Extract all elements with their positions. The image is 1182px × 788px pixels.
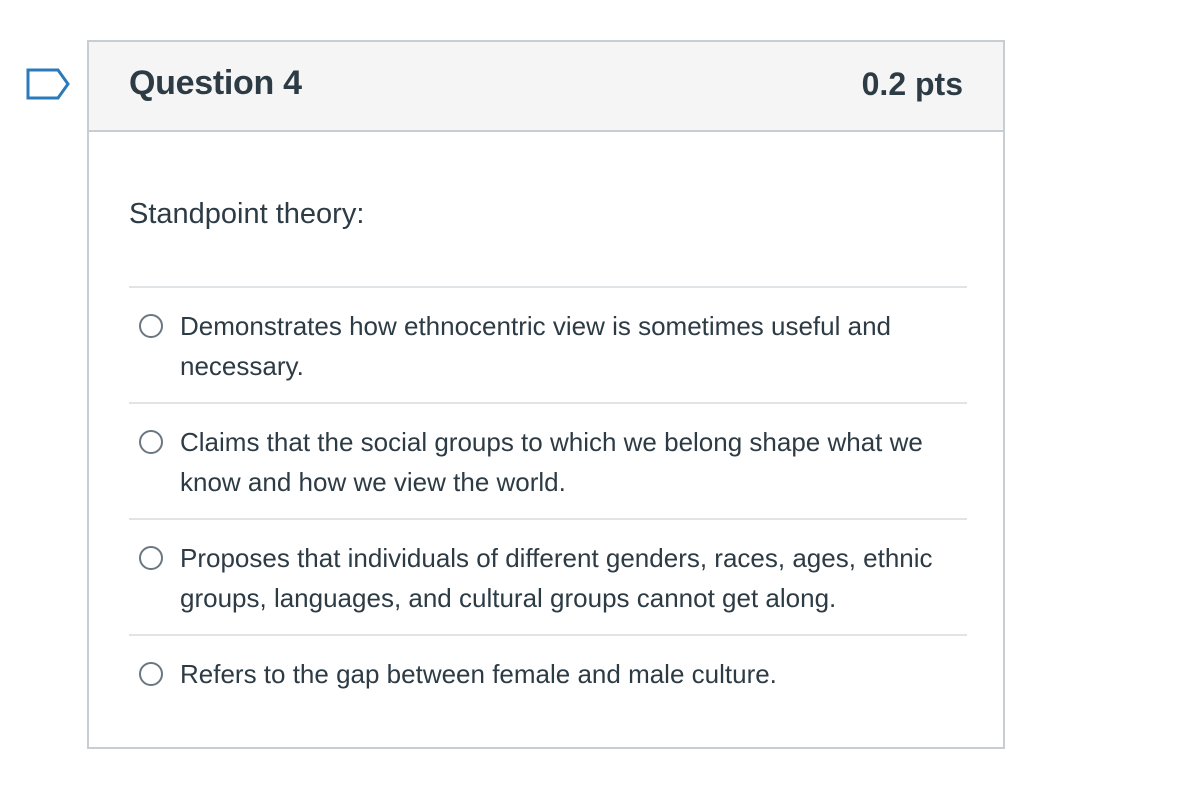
radio-button[interactable] <box>139 314 163 338</box>
answer-option[interactable]: Claims that the social groups to which w… <box>129 402 967 518</box>
question-text: Standpoint theory: <box>129 198 365 230</box>
radio-button[interactable] <box>139 662 163 686</box>
answer-option[interactable]: Proposes that individuals of different g… <box>129 518 967 634</box>
radio-button[interactable] <box>139 546 163 570</box>
question-title: Question 4 <box>129 64 302 102</box>
answer-list: Demonstrates how ethnocentric view is so… <box>129 286 967 750</box>
answer-label[interactable]: Demonstrates how ethnocentric view is so… <box>180 306 960 386</box>
flag-question-icon[interactable] <box>26 68 70 100</box>
question-header: Question 4 0.2 pts <box>89 42 1003 132</box>
answer-label[interactable]: Proposes that individuals of different g… <box>180 538 960 618</box>
answer-option[interactable]: Demonstrates how ethnocentric view is so… <box>129 286 967 402</box>
question-points: 0.2 pts <box>861 66 963 102</box>
answer-option[interactable]: Refers to the gap between female and mal… <box>129 634 967 750</box>
answer-label[interactable]: Claims that the social groups to which w… <box>180 422 960 502</box>
question-card: Question 4 0.2 pts Standpoint theory: De… <box>87 40 1005 749</box>
answer-label[interactable]: Refers to the gap between female and mal… <box>180 654 960 694</box>
radio-button[interactable] <box>139 430 163 454</box>
